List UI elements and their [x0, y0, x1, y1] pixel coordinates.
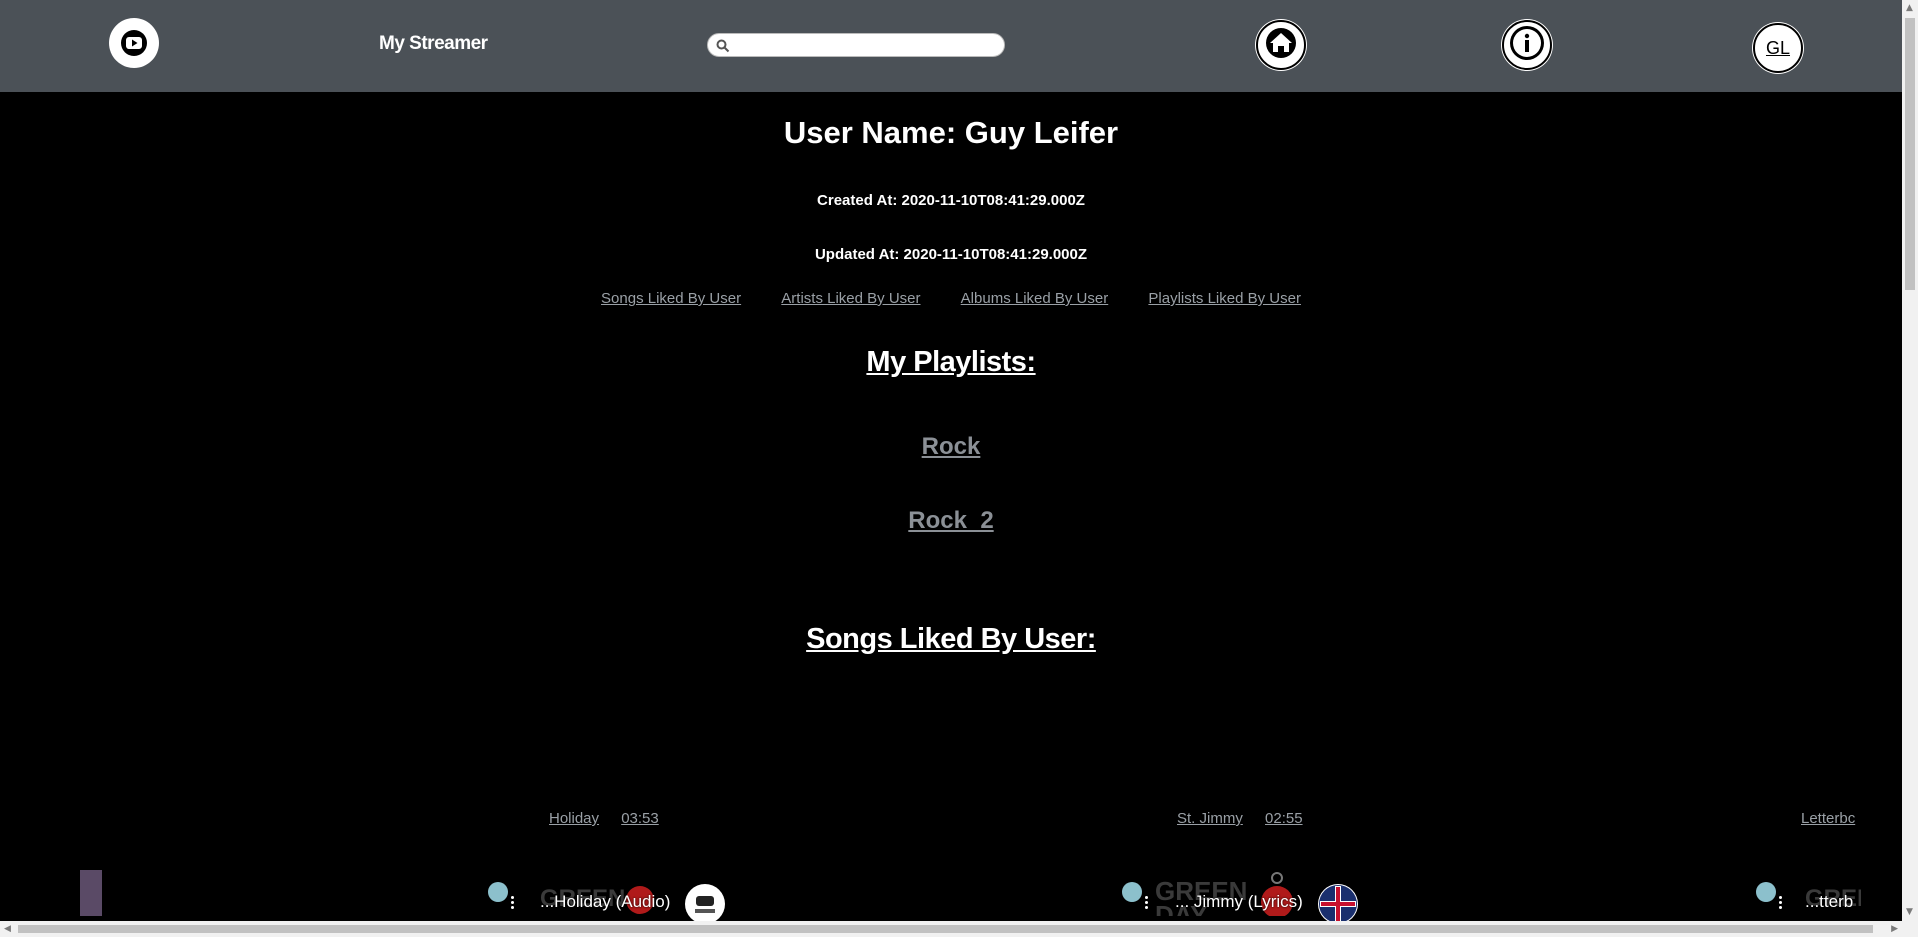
playlist-item: Rock_2 — [0, 507, 1902, 535]
user-name-heading: User Name: Guy Leifer — [783, 115, 1119, 150]
songs-liked-title: Songs Liked By User: — [806, 623, 1096, 655]
top-navbar: My Streamer GL — [0, 0, 1902, 92]
song-meta-row: St. Jimmy 02:55 — [1177, 810, 1321, 827]
video-caption: ...tterb — [1805, 892, 1854, 911]
info-button[interactable] — [1502, 20, 1552, 70]
play-circle-icon[interactable] — [109, 18, 159, 68]
songs-liked-link[interactable]: Songs Liked By User — [601, 290, 741, 307]
search-icon — [716, 38, 730, 57]
home-icon — [1265, 27, 1297, 63]
song-duration: 02:55 — [1265, 810, 1303, 827]
video-caption: ... Jimmy (Lyrics) — [1175, 892, 1303, 911]
status-dot — [1756, 882, 1776, 902]
search-input[interactable] — [734, 36, 1000, 56]
video-thumbnail[interactable] — [80, 870, 102, 916]
albums-liked-link[interactable]: Albums Liked By User — [961, 290, 1109, 307]
status-dot — [488, 882, 508, 902]
scroll-right-icon[interactable]: ▶ — [1891, 924, 1898, 934]
more-options-icon[interactable] — [1779, 896, 1783, 911]
brand-title[interactable]: My Streamer — [379, 33, 488, 55]
scroll-left-icon[interactable]: ◀ — [4, 924, 11, 934]
my-playlists-title: My Playlists: — [866, 346, 1036, 378]
song-title-link[interactable]: St. Jimmy — [1177, 810, 1243, 827]
song-meta-row: Letterbc — [1801, 810, 1861, 827]
more-options-icon[interactable] — [511, 896, 515, 911]
vertical-scrollbar[interactable]: ▲ ▼ — [1902, 0, 1918, 937]
more-options-icon[interactable] — [1145, 896, 1149, 911]
scroll-up-icon[interactable]: ▲ — [1906, 3, 1913, 13]
liked-links-nav: Songs Liked By User Artists Liked By Use… — [0, 290, 1902, 307]
search-bar[interactable] — [707, 33, 1005, 57]
playlist-item: Rock — [0, 433, 1902, 461]
updated-at-text: Updated At: 2020-11-10T08:41:29.000Z — [814, 246, 1088, 263]
song-duration: 03:53 — [621, 810, 659, 827]
playlist-link-rock[interactable]: Rock — [922, 433, 981, 460]
status-dot — [1122, 882, 1142, 902]
songs-liked-heading: Songs Liked By User: — [0, 623, 1902, 656]
user-avatar[interactable]: GL — [1753, 23, 1803, 73]
artists-liked-link[interactable]: Artists Liked By User — [781, 290, 920, 307]
scrollbar-thumb[interactable] — [1905, 18, 1915, 290]
channel-avatar[interactable] — [685, 884, 725, 924]
scroll-down-icon[interactable]: ▼ — [1906, 907, 1913, 917]
horizontal-scrollbar[interactable]: ◀ ▶ — [0, 921, 1902, 937]
song-meta-row: Holiday 03:53 — [549, 810, 677, 827]
info-icon — [1509, 25, 1545, 65]
channel-avatar[interactable] — [1318, 884, 1358, 924]
video-caption: ...Holiday (Audio) — [540, 892, 671, 911]
home-button[interactable] — [1256, 20, 1306, 70]
playlist-link-rock-2[interactable]: Rock_2 — [908, 507, 993, 534]
created-at-text: Created At: 2020-11-10T08:41:29.000Z — [817, 192, 1085, 209]
song-title-link[interactable]: Letterbc — [1801, 810, 1855, 827]
song-title-link[interactable]: Holiday — [549, 810, 599, 827]
scrollbar-thumb[interactable] — [18, 925, 1873, 933]
playlists-liked-link[interactable]: Playlists Liked By User — [1148, 290, 1301, 307]
my-playlists-heading: My Playlists: — [0, 346, 1902, 379]
